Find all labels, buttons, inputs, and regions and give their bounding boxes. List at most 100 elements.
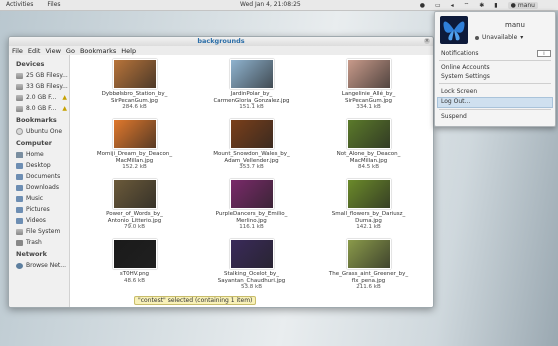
image-thumbnail	[229, 119, 274, 149]
sidebar-item-pictures[interactable]: Pictures	[9, 204, 69, 215]
sidebar-item-music[interactable]: Music	[9, 193, 69, 204]
top-panel: Activities Files Wed Jan 4, 21:08:25 ● ▭…	[0, 0, 558, 11]
file-size: 53.8 kB	[241, 284, 262, 290]
warning-icon: ▲	[62, 94, 67, 101]
menu-file[interactable]: File	[12, 47, 23, 55]
volume-icon[interactable]: ◂	[451, 2, 454, 9]
menu-online-accounts[interactable]: Online Accounts	[441, 64, 490, 71]
sidebar-item-desktop[interactable]: Desktop	[9, 160, 69, 171]
trash-icon	[16, 239, 23, 246]
sidebar-item-downloads[interactable]: Downloads	[9, 182, 69, 193]
desktop-icon	[16, 162, 23, 169]
notifications-label: Notifications	[441, 50, 479, 57]
file-manager-window: backgrounds × File Edit View Go Bookmark…	[8, 36, 434, 308]
file-item[interactable]: JardinPolar_by_ CarmenGloria_Gonzalez.jp…	[193, 59, 310, 117]
file-item[interactable]: Dybbølsbro_Station_by_ SirPecanGum.jpg 28…	[76, 59, 193, 117]
sidebar-item-device-4[interactable]: 8.0 GB F... ▲	[9, 103, 69, 114]
drive-icon	[16, 83, 23, 90]
menu-go[interactable]: Go	[66, 47, 75, 55]
file-size: 211.6 kB	[356, 284, 381, 290]
menu-lock-screen[interactable]: Lock Screen	[441, 88, 477, 95]
file-name: Power_of_Words_by_ Antonio_Litterio.jpg	[106, 211, 163, 224]
drive-icon	[16, 72, 23, 79]
sidebar-item-ubuntu-one[interactable]: Ubuntu One	[9, 126, 69, 137]
image-thumbnail	[346, 119, 391, 149]
menu-help[interactable]: Help	[121, 47, 136, 55]
menu-edit[interactable]: Edit	[28, 47, 41, 55]
image-thumbnail	[112, 179, 157, 209]
ubuntu-one-icon	[16, 128, 23, 135]
file-item[interactable]: Mount_Snowdon_Wales_by_ Adam_Vellender.j…	[193, 119, 310, 177]
sidebar-item-trash[interactable]: Trash	[9, 237, 69, 248]
menu-bookmarks[interactable]: Bookmarks	[80, 47, 116, 55]
window-titlebar[interactable]: backgrounds ×	[9, 37, 433, 46]
user-menu-button[interactable]: ● manu	[507, 1, 538, 9]
file-name: Momiji_Dream_by_Deacon_ MacMillan.jpg	[96, 151, 173, 164]
sidebar: Devices 25 GB Filesy... 33 GB Filesy... …	[9, 55, 70, 307]
file-system-icon	[16, 228, 23, 235]
file-size: 151.1 kB	[239, 104, 264, 110]
bluetooth-icon[interactable]: ✱	[479, 2, 484, 9]
sidebar-item-device-1[interactable]: 25 GB Filesy...	[9, 70, 69, 81]
app-menu-files[interactable]: Files	[47, 1, 60, 8]
file-size: 142.1 kB	[356, 224, 381, 230]
file-size: 334.1 kB	[356, 104, 381, 110]
menu-view[interactable]: View	[45, 47, 60, 55]
file-size: 152.2 kB	[122, 164, 147, 170]
file-name: Mount_Snowdon_Wales_by_ Adam_Vellender.j…	[213, 151, 290, 164]
keyboard-icon[interactable]: ▭	[435, 2, 441, 9]
notifications-toggle[interactable]: I	[537, 50, 551, 57]
pictures-icon	[16, 206, 23, 213]
image-thumbnail	[229, 239, 274, 269]
status-dot-icon	[475, 35, 479, 40]
sidebar-item-device-3[interactable]: 2.0 GB F... ▲	[9, 92, 69, 103]
file-name: Langelinie_Allé_by_ SirPecanGum.jpg	[341, 91, 396, 104]
menu-system-settings[interactable]: System Settings	[441, 73, 490, 80]
image-thumbnail	[346, 239, 391, 269]
file-view[interactable]: Dybbølsbro_Station_by_ SirPecanGum.jpg 28…	[70, 55, 433, 307]
menu-suspend[interactable]: Suspend	[441, 113, 467, 120]
activities-button[interactable]: Activities	[6, 1, 33, 8]
separator	[439, 109, 551, 110]
menu-log-out[interactable]: Log Out...	[441, 98, 470, 105]
sidebar-item-documents[interactable]: Documents	[9, 171, 69, 182]
clock[interactable]: Wed Jan 4, 21:08:25	[240, 1, 301, 8]
file-item[interactable]: The_Grass_aint_Greener_by_ flx_pena.jpg 2…	[310, 239, 427, 297]
avatar	[440, 16, 468, 44]
videos-icon	[16, 217, 23, 224]
file-item[interactable]: Langelinie_Allé_by_ SirPecanGum.jpg 334.1…	[310, 59, 427, 117]
sidebar-heading-computer: Computer	[16, 139, 53, 147]
file-item[interactable]: Stalking_Ocelot_by_ Sayantan_Chaudhuri.j…	[193, 239, 310, 297]
sidebar-heading-bookmarks: Bookmarks	[16, 116, 57, 124]
accessibility-icon[interactable]: ●	[420, 2, 425, 9]
user-menu-label: manu	[517, 1, 535, 9]
menubar: File Edit View Go Bookmarks Help	[9, 46, 433, 55]
file-size: 284.6 kB	[122, 104, 147, 110]
sidebar-heading-devices: Devices	[16, 60, 45, 68]
file-name: Stalking_Ocelot_by_ Sayantan_Chaudhuri.j…	[217, 271, 286, 284]
file-item[interactable]: Power_of_Words_by_ Antonio_Litterio.jpg 7…	[76, 179, 193, 237]
sidebar-item-file-system[interactable]: File System	[9, 226, 69, 237]
file-item[interactable]: Momiji_Dream_by_Deacon_ MacMillan.jpg 152…	[76, 119, 193, 177]
image-thumbnail	[346, 59, 391, 89]
sidebar-item-device-2[interactable]: 33 GB Filesy...	[9, 81, 69, 92]
battery-icon[interactable]: ▮	[494, 2, 497, 9]
sidebar-item-videos[interactable]: Videos	[9, 215, 69, 226]
image-thumbnail	[346, 179, 391, 209]
file-item[interactable]: PurpleDancers_by_Emilio_ Merlino.jpg 116.…	[193, 179, 310, 237]
file-size: 353.7 kB	[239, 164, 264, 170]
warning-icon: ▲	[62, 105, 67, 112]
file-name: JardinPolar_by_ CarmenGloria_Gonzalez.jp…	[213, 91, 290, 104]
close-icon[interactable]: ×	[424, 38, 430, 44]
status-selector[interactable]: Unavailable ▾	[475, 34, 523, 41]
file-item[interactable]: Not_Alone_by_Deacon_ MacMillan.jpg 84.5 k…	[310, 119, 427, 177]
network-icon	[16, 262, 23, 269]
file-item[interactable]: sT0HV.png 48.6 kB	[76, 239, 193, 297]
image-thumbnail	[112, 119, 157, 149]
file-item[interactable]: Small_flowers_by_Dariusz_ Duma.jpg 142.1 …	[310, 179, 427, 237]
network-icon[interactable]: ⌔	[464, 1, 470, 9]
sidebar-item-home[interactable]: Home	[9, 149, 69, 160]
file-size: 79.0 kB	[124, 224, 145, 230]
image-thumbnail	[229, 59, 274, 89]
sidebar-item-browse-network[interactable]: Browse Net...	[9, 260, 69, 271]
